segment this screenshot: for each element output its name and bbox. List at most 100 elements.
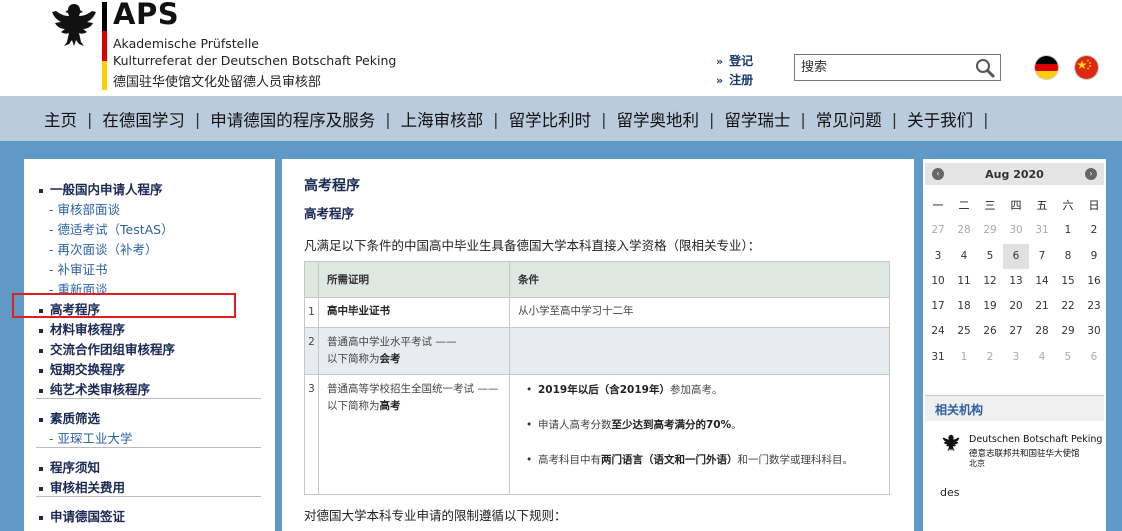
- requirement-bold: 会考: [379, 353, 401, 365]
- sidebar-item[interactable]: 审核相关费用: [39, 477, 125, 496]
- bullet-icon: [39, 466, 43, 471]
- calendar-day[interactable]: 1: [1055, 218, 1081, 243]
- calendar-day[interactable]: 31: [1029, 218, 1055, 243]
- search-input[interactable]: [795, 55, 973, 80]
- calendar-day[interactable]: 28: [951, 218, 977, 243]
- sidebar-item[interactable]: 一般国内申请人程序: [39, 179, 163, 198]
- login-label: 登记: [729, 54, 754, 68]
- related-orgs-text: des: [940, 486, 960, 499]
- site-title[interactable]: APS: [113, 0, 179, 31]
- sidebar-item[interactable]: 申请德国签证: [39, 506, 125, 525]
- calendar-day[interactable]: 31: [925, 345, 951, 370]
- calendar-day[interactable]: 21: [1029, 294, 1055, 319]
- nav-item[interactable]: 申请德国的程序及服务: [210, 107, 375, 131]
- calendar-day[interactable]: 15: [1055, 269, 1081, 294]
- calendar-day[interactable]: 28: [1029, 319, 1055, 344]
- embassy-link[interactable]: Deutschen Botschaft Peking 德意志联邦共和国驻华大使馆…: [941, 431, 1102, 471]
- calendar-day[interactable]: 5: [977, 244, 1003, 269]
- calendar-day[interactable]: 30: [1003, 218, 1029, 243]
- calendar-day[interactable]: 22: [1055, 294, 1081, 319]
- calendar-day[interactable]: 18: [951, 294, 977, 319]
- calendar-day[interactable]: 12: [977, 269, 1003, 294]
- sidebar-item[interactable]: 材料审核程序: [39, 319, 125, 338]
- calendar-day[interactable]: 7: [1029, 244, 1055, 269]
- requirement-cell: 高中毕业证书: [318, 297, 510, 328]
- search-icon[interactable]: [974, 58, 996, 78]
- calendar-day[interactable]: 27: [925, 218, 951, 243]
- calendar-day[interactable]: 6: [1003, 243, 1029, 269]
- calendar-day[interactable]: 4: [951, 244, 977, 269]
- sidebar-item[interactable]: 交流合作团组审核程序: [39, 339, 175, 358]
- sidebar-subitem[interactable]: - 补审证书: [49, 259, 108, 278]
- sidebar-item-label: 德适考试（TestAS）: [57, 222, 174, 237]
- calendar-day[interactable]: 8: [1055, 244, 1081, 269]
- germany-flag-icon[interactable]: [1035, 56, 1058, 79]
- login-link[interactable]: » 登记: [716, 52, 753, 69]
- calendar-day[interactable]: 3: [925, 244, 951, 269]
- calendar-day[interactable]: 20: [1003, 294, 1029, 319]
- calendar-day[interactable]: 29: [977, 218, 1003, 243]
- sidebar-subitem[interactable]: - 审核部面谈: [49, 199, 120, 218]
- calendar-day[interactable]: 5: [1055, 345, 1081, 370]
- calendar-weekday: 四: [1010, 199, 1022, 212]
- bullet-icon: [39, 388, 43, 393]
- calendar-day[interactable]: 1: [951, 345, 977, 370]
- content-title: 高考程序: [304, 178, 360, 194]
- calendar-day[interactable]: 25: [951, 319, 977, 344]
- sidebar-subitem[interactable]: - 再次面谈（补考）: [49, 239, 158, 258]
- calendar-day[interactable]: 3: [1003, 345, 1029, 370]
- calendar-day[interactable]: 29: [1055, 319, 1081, 344]
- register-link[interactable]: » 注册: [716, 71, 753, 88]
- china-flag-icon[interactable]: [1075, 56, 1098, 79]
- sidebar-item[interactable]: 短期交换程序: [39, 359, 125, 378]
- nav-item[interactable]: 常见问题: [816, 107, 882, 131]
- calendar-day[interactable]: 19: [977, 294, 1003, 319]
- nav-item[interactable]: 留学奥地利: [616, 107, 699, 131]
- calendar-day[interactable]: 24: [925, 319, 951, 344]
- row-number: 1: [304, 297, 319, 328]
- calendar-day[interactable]: 10: [925, 269, 951, 294]
- calendar-day[interactable]: 13: [1003, 269, 1029, 294]
- sidebar-subitem[interactable]: - 亚琛工业大学: [49, 428, 133, 447]
- calendar-day[interactable]: 2: [1081, 218, 1107, 243]
- condition-bold: 两门语言（语文和一门外语）: [601, 454, 738, 466]
- sidebar-item-label: 程序须知: [50, 460, 101, 475]
- condition-cell: 2019年以后（含2019年）参加高考。 申请人高考分数至少达到高考满分的70%…: [509, 374, 890, 495]
- bullet-icon: [39, 417, 43, 422]
- nav-item[interactable]: 留学比利时: [509, 107, 592, 131]
- calendar-day[interactable]: 27: [1003, 319, 1029, 344]
- calendar-day[interactable]: 11: [951, 269, 977, 294]
- nav-item[interactable]: 在德国学习: [102, 107, 185, 131]
- sidebar: 一般国内申请人程序 - 审核部面谈 - 德适考试（TestAS） - 再次面谈（补考） - 补审…: [12, 159, 275, 531]
- calendar-day[interactable]: 2: [977, 345, 1003, 370]
- table-header-row: 所需证明 条件: [304, 261, 890, 298]
- calendar-day[interactable]: 17: [925, 294, 951, 319]
- requirement-line: 普通高中学业水平考试 ——: [327, 336, 457, 348]
- calendar-weekday: 三: [984, 199, 996, 212]
- calendar-next-button[interactable]: ›: [1085, 168, 1097, 180]
- calendar-month-label: Aug 2020: [985, 168, 1044, 181]
- calendar-day[interactable]: 23: [1081, 294, 1107, 319]
- calendar-day[interactable]: 4: [1029, 345, 1055, 370]
- calendar-day[interactable]: 30: [1081, 319, 1107, 344]
- requirement-prefix: 以下简称为: [327, 400, 380, 412]
- sidebar-item-label: 短期交换程序: [50, 362, 126, 377]
- sidebar-item[interactable]: 素质筛选: [39, 408, 100, 427]
- nav-item[interactable]: 上海审核部: [401, 107, 484, 131]
- table-header-cell: 条件: [509, 261, 890, 298]
- embassy-name-cn: 德意志联邦共和国驻华大使馆: [969, 449, 1080, 459]
- sidebar-item[interactable]: 纯艺术类审核程序: [39, 379, 150, 398]
- sidebar-subitem[interactable]: - 德适考试（TestAS）: [49, 219, 174, 238]
- nav-item[interactable]: 留学瑞士: [724, 107, 790, 131]
- calendar-day[interactable]: 26: [977, 319, 1003, 344]
- sidebar-item[interactable]: 程序须知: [39, 457, 100, 476]
- content-footer-text: 对德国大学本科专业申请的限制遵循以下规则：: [304, 508, 567, 523]
- federal-eagle-logo[interactable]: [48, 2, 100, 48]
- calendar-day[interactable]: 6: [1081, 345, 1107, 370]
- related-orgs-title: 相关机构: [935, 403, 984, 417]
- nav-item[interactable]: 主页: [44, 107, 77, 131]
- nav-item[interactable]: 关于我们: [907, 107, 973, 131]
- calendar-day[interactable]: 16: [1081, 269, 1107, 294]
- calendar-day[interactable]: 9: [1081, 244, 1107, 269]
- calendar-day[interactable]: 14: [1029, 269, 1055, 294]
